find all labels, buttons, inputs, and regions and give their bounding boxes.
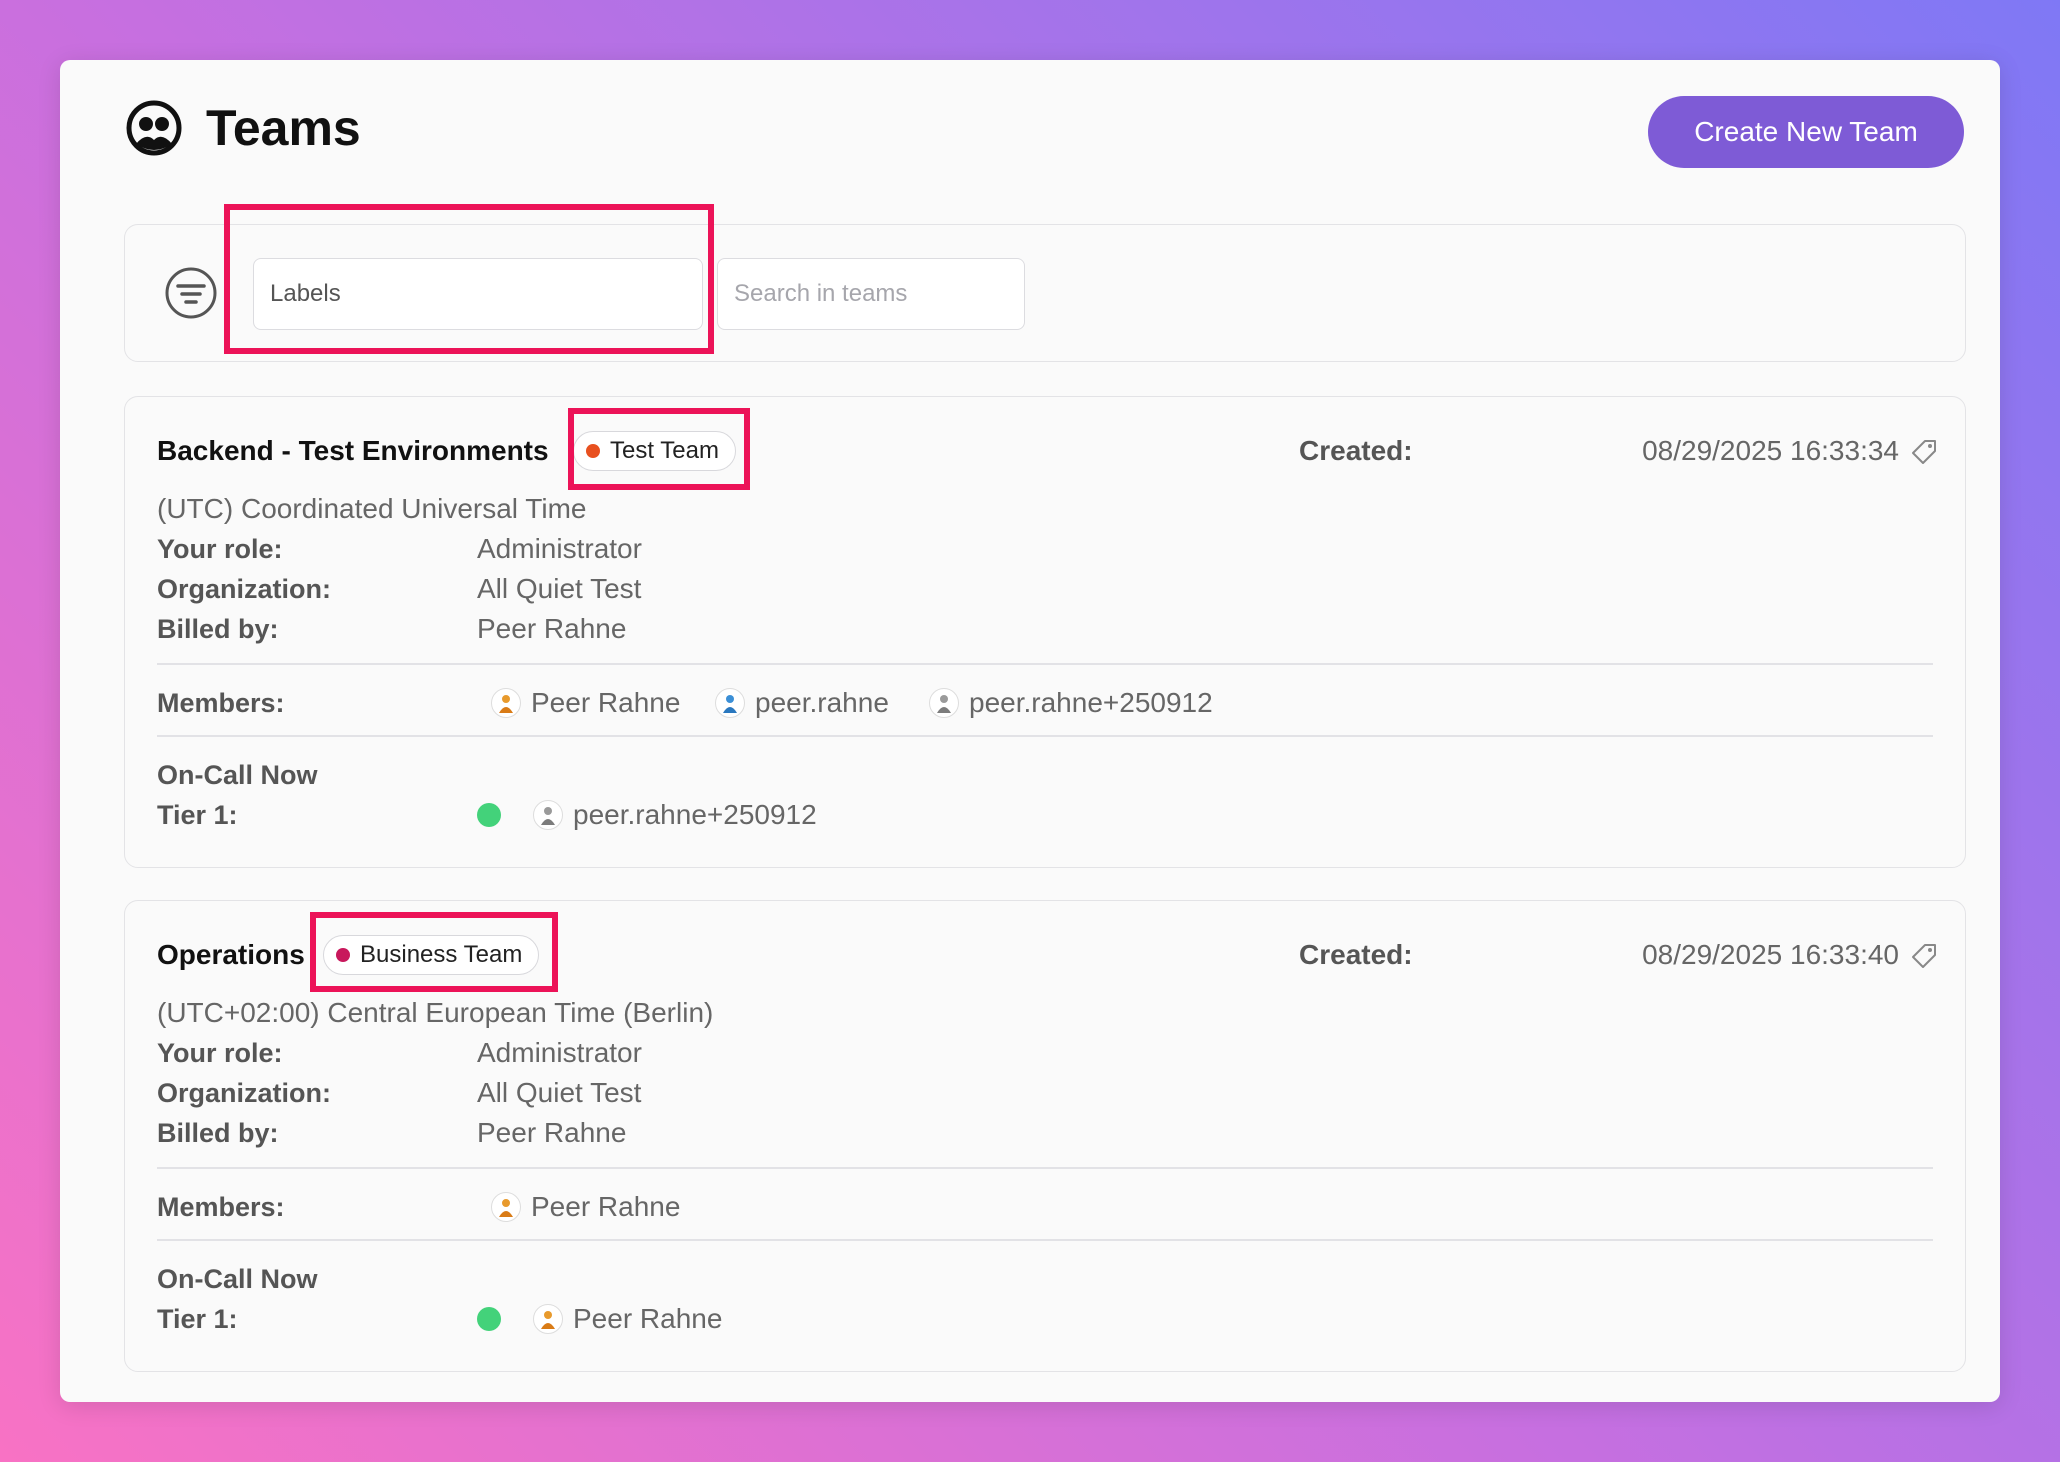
role-label: Your role: [157,1038,283,1068]
on-call-member[interactable]: Peer Rahne [533,1299,722,1339]
filter-icon[interactable] [163,265,219,321]
team-timezone: (UTC+02:00) Central European Time (Berli… [157,997,714,1028]
on-call-label: On-Call Now [157,1264,318,1294]
team-label-badge[interactable]: Test Team [573,431,736,471]
billed-by-value: Peer Rahne [477,613,627,644]
tier1-label: Tier 1: [157,1304,238,1334]
member-name: peer.rahne+250912 [969,687,1213,718]
page-header: Teams Create New Team [126,96,1964,172]
role-value: Administrator [477,1037,642,1068]
on-call-member-name: peer.rahne+250912 [573,799,817,830]
organization-value: All Quiet Test [477,573,642,604]
person-gray-icon [533,800,563,830]
member-name: Peer Rahne [531,1191,681,1222]
role-value: Administrator [477,533,642,564]
person-orange-icon [491,688,521,718]
member-item[interactable]: Peer Rahne [491,1187,680,1227]
tag-icon[interactable] [1911,943,1937,969]
person-blue-icon [715,688,745,718]
person-orange-icon [533,1304,563,1334]
filter-bar [124,224,1966,362]
members-label: Members: [157,1192,285,1222]
person-orange-icon [491,1192,521,1222]
teams-icon [126,100,182,156]
members-label: Members: [157,688,285,718]
role-label: Your role: [157,534,283,564]
member-item[interactable]: peer.rahne [715,683,889,723]
team-name[interactable]: Operations [157,935,305,975]
organization-value: All Quiet Test [477,1077,642,1108]
on-call-label: On-Call Now [157,760,318,790]
create-new-team-button[interactable]: Create New Team [1648,96,1964,168]
tier1-label: Tier 1: [157,800,238,830]
on-call-status-dot [477,803,501,827]
on-call-status-dot [477,1307,501,1331]
divider [157,663,1933,665]
team-label-badge[interactable]: Business Team [323,935,540,975]
divider [157,735,1933,737]
labels-input[interactable] [253,258,703,330]
label-color-dot [336,948,350,962]
created-value: 08/29/2025 16:33:40 [1642,939,1899,970]
divider [157,1167,1933,1169]
badge-label: Test Team [610,437,719,464]
member-item[interactable]: Peer Rahne [491,683,680,723]
team-timezone: (UTC) Coordinated Universal Time [157,493,587,524]
on-call-member-name: Peer Rahne [573,1303,723,1334]
on-call-member[interactable]: peer.rahne+250912 [533,795,817,835]
label-color-dot [586,444,600,458]
person-gray-icon [929,688,959,718]
created-value: 08/29/2025 16:33:34 [1642,435,1899,466]
created-label: Created: [1299,435,1413,466]
member-item[interactable]: peer.rahne+250912 [929,683,1213,723]
page-title: Teams [206,100,361,156]
billed-by-value: Peer Rahne [477,1117,627,1148]
organization-label: Organization: [157,1078,331,1108]
tag-icon[interactable] [1911,439,1937,465]
search-input[interactable] [717,258,1025,330]
team-card[interactable]: Operations Business Team Created: 08/29/… [124,900,1966,1372]
badge-label: Business Team [360,941,523,968]
organization-label: Organization: [157,574,331,604]
created-label: Created: [1299,939,1413,970]
member-name: peer.rahne [755,687,889,718]
billed-by-label: Billed by: [157,614,279,644]
divider [157,1239,1933,1241]
team-card[interactable]: Backend - Test Environments Test Team Cr… [124,396,1966,868]
teams-window: Teams Create New Team Backend - Test Env… [60,60,2000,1402]
billed-by-label: Billed by: [157,1118,279,1148]
team-name[interactable]: Backend - Test Environments [157,431,549,471]
member-name: Peer Rahne [531,687,681,718]
